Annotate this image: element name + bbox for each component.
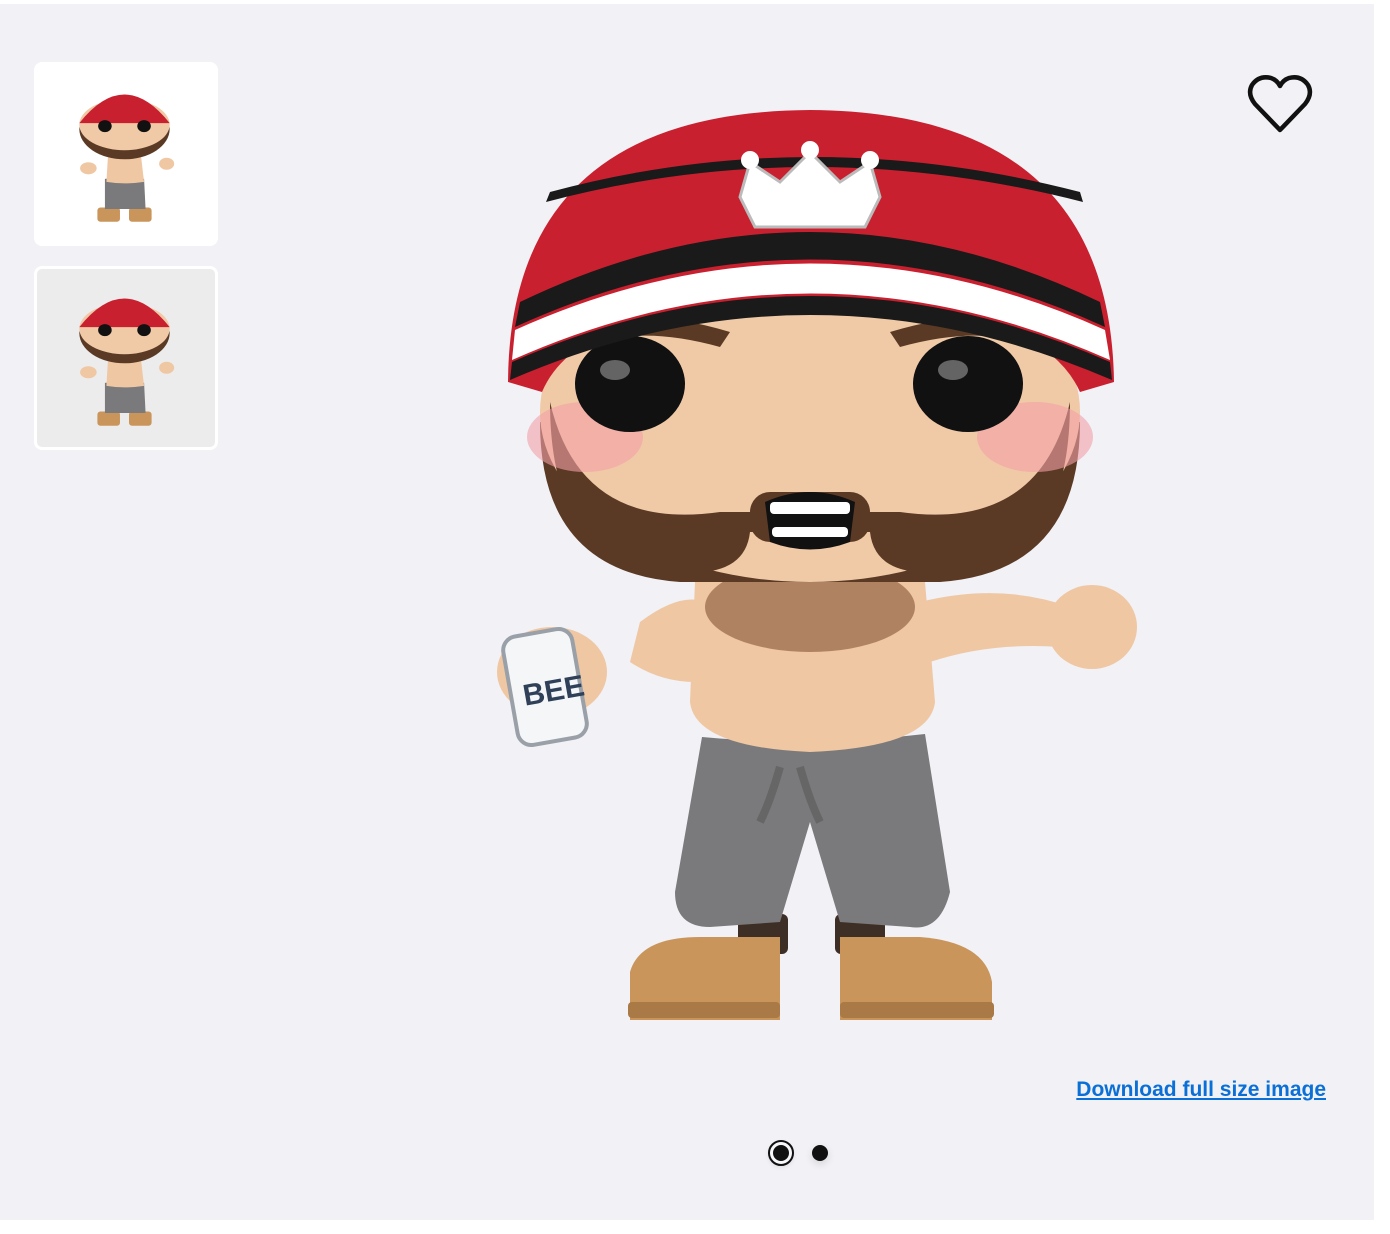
image-pagination (768, 1140, 828, 1166)
boots (628, 914, 994, 1020)
figure-thumbnail-image (79, 94, 175, 222)
download-full-size-link[interactable]: Download full size image (1076, 1078, 1326, 1102)
thumbnail-front[interactable] (34, 62, 218, 246)
product-image-gallery: BEE Download full size image (0, 4, 1374, 1220)
torso (497, 562, 1137, 752)
thumbnail-alt[interactable] (34, 266, 218, 450)
product-main-image: BEE (497, 110, 1137, 1020)
figure-thumbnail-image-alt (79, 298, 175, 426)
pagination-dot-2[interactable] (812, 1145, 828, 1161)
thumbnail-list (34, 62, 218, 450)
favorite-button[interactable] (1244, 68, 1316, 140)
pants (675, 734, 950, 928)
heart-outline-icon (1247, 75, 1313, 133)
pagination-dot-1[interactable] (768, 1140, 794, 1166)
